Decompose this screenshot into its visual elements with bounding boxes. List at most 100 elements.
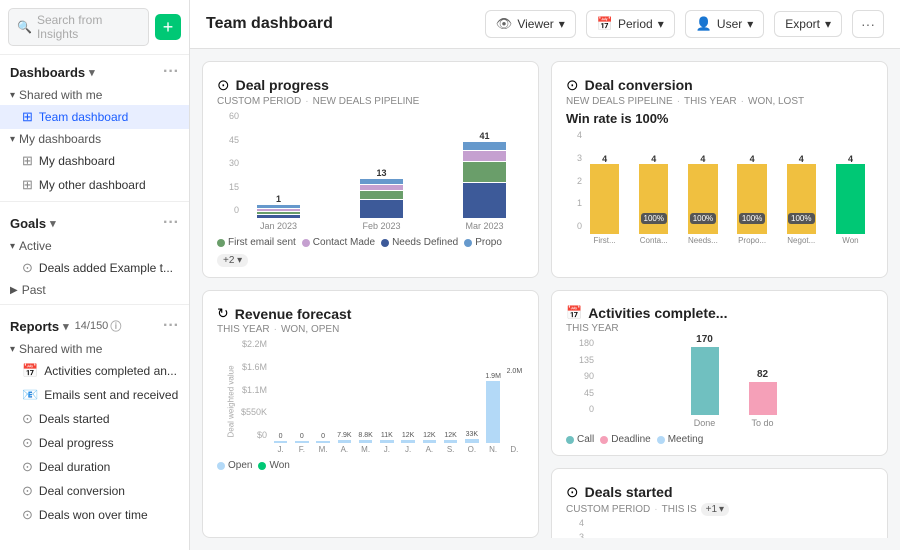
dp-chart-container: 60 45 30 15 0 1 — [217, 111, 524, 231]
active-chevron: ▾ — [10, 241, 15, 252]
dashboards-header[interactable]: Dashboards ▾ ··· — [0, 55, 189, 85]
topbar: Team dashboard 👁 Viewer ▾ 📅 Period ▾ 👤 U… — [190, 0, 900, 49]
sidebar-item-team-dashboard[interactable]: ⊞ Team dashboard — [0, 105, 189, 129]
legend-item-contact: Contact Made — [302, 237, 375, 248]
dp-sub1: CUSTOM PERIOD — [217, 96, 301, 107]
act-y-axis: 180 135 90 45 0 — [566, 338, 594, 428]
search-placeholder: Search from Insights — [37, 13, 140, 41]
ds-bars: 2 J... 1 B... 1 — [584, 518, 873, 538]
reports-chevron: ▾ — [63, 320, 69, 333]
rf-chart-container: Deal weighted value $2.2M $1.6M $1.1M $5… — [217, 339, 524, 454]
dp-y-axis: 60 45 30 15 0 — [217, 111, 239, 231]
rf-bar-j1: 0 J. — [271, 433, 290, 454]
past-chevron: ▶ — [10, 285, 18, 296]
deal-progress-icon: ⊙ — [217, 76, 230, 94]
ds-subtitle: CUSTOM PERIOD · THIS IS +1 ▾ — [566, 503, 873, 516]
act-sub1: THIS YEAR — [566, 323, 619, 334]
dc-bar-first: 4 First... — [582, 154, 627, 245]
viewer-button[interactable]: 👁 Viewer ▾ — [485, 10, 576, 38]
rf-y-axis: $2.2M $1.6M $1.1M $550K $0 — [217, 339, 267, 454]
deals-started-label: Deals started — [39, 412, 110, 426]
dc-bars: 4 First... 4 100% Conta... 4 — [582, 130, 873, 245]
period-chevron: ▾ — [658, 17, 664, 31]
dc-sub1: NEW DEALS PIPELINE — [566, 96, 673, 107]
my-dashboards-chevron: ▾ — [10, 134, 15, 145]
legend-item-first-email: First email sent — [217, 237, 296, 248]
more-button[interactable]: ··· — [852, 10, 884, 38]
sidebar-item-deal-duration[interactable]: ⊙ Deal duration — [0, 455, 189, 479]
dc-y-axis: 4 3 2 1 0 — [566, 130, 582, 245]
reports-badge: 14/150 — [75, 320, 109, 332]
user-icon: 👤 — [696, 16, 712, 32]
export-label: Export — [785, 17, 820, 31]
rf-bar-n: 1.9M N. — [484, 373, 503, 454]
reports-label: Reports — [10, 319, 59, 334]
ds-chart-container: 4 3 2 1 0 2 J... — [566, 518, 873, 538]
ds-pill[interactable]: +1 ▾ — [701, 503, 729, 516]
rf-bar-m1: 0 M. — [314, 433, 333, 454]
ds-header: ⊙ Deals started — [566, 483, 873, 501]
goals-header[interactable]: Goals ▾ ··· — [0, 206, 189, 236]
sidebar-item-deals-added[interactable]: ⊙ Deals added Example t... — [0, 256, 189, 280]
dc-sub3: WON, LOST — [748, 96, 804, 107]
reports-section: Reports ▾ 14/150 ⓘ ··· ▾ Shared with me … — [0, 309, 189, 527]
reports-header[interactable]: Reports ▾ 14/150 ⓘ ··· — [0, 309, 189, 339]
deal-conversion-icon: ⊙ — [22, 483, 33, 499]
export-chevron: ▾ — [825, 17, 831, 31]
ds-icon: ⊙ — [566, 483, 579, 501]
deal-progress-subtitle: CUSTOM PERIOD · NEW DEALS PIPELINE — [217, 96, 524, 107]
other-dashboard-icon: ⊞ — [22, 177, 33, 193]
sidebar-item-deal-progress[interactable]: ⊙ Deal progress — [0, 431, 189, 455]
export-button[interactable]: Export ▾ — [774, 11, 842, 37]
emails-label: Emails sent and received — [44, 388, 178, 402]
dashboards-more[interactable]: ··· — [163, 63, 179, 81]
dc-chart-container: 4 3 2 1 0 4 First... 4 — [566, 130, 873, 245]
rf-subtitle: THIS YEAR · WON, OPEN — [217, 324, 524, 335]
period-button[interactable]: 📅 Period ▾ — [586, 10, 675, 38]
add-button[interactable]: + — [155, 14, 181, 40]
deal-progress-header: ⊙ Deal progress — [217, 76, 524, 94]
past-group[interactable]: ▶ Past — [0, 280, 189, 300]
legend-deadline: Deadline — [600, 434, 650, 445]
act-bar-todo: 82 To do — [749, 369, 777, 428]
sidebar-item-other-dashboard[interactable]: ⊞ My other dashboard — [0, 173, 189, 197]
rf-y-axis-title: Deal weighted value — [227, 365, 236, 437]
main-content: Team dashboard 👁 Viewer ▾ 📅 Period ▾ 👤 U… — [190, 0, 900, 550]
team-dashboard-label: Team dashboard — [39, 110, 128, 124]
sidebar-item-emails[interactable]: 📧 Emails sent and received — [0, 383, 189, 407]
my-dashboards-group[interactable]: ▾ My dashboards — [0, 129, 189, 149]
reports-shared-group[interactable]: ▾ Shared with me — [0, 339, 189, 359]
deal-progress-title: Deal progress — [236, 77, 329, 93]
dp-bars: 1 Jan 2023 13 — [239, 111, 524, 231]
dashboard-icon: ⊞ — [22, 109, 33, 125]
sidebar-item-deal-conversion[interactable]: ⊙ Deal conversion — [0, 479, 189, 503]
sidebar-item-my-dashboard[interactable]: ⊞ My dashboard — [0, 149, 189, 173]
legend-more[interactable]: +2 ▾ — [217, 254, 248, 267]
sidebar-item-activities[interactable]: 📅 Activities completed an... — [0, 359, 189, 383]
goals-label: Goals — [10, 216, 46, 231]
dp-legend: First email sent Contact Made Needs Defi… — [217, 237, 524, 267]
my-dashboard-label: My dashboard — [39, 154, 115, 168]
sidebar-item-deals-won[interactable]: ⊙ Deals won over time — [0, 503, 189, 527]
active-group[interactable]: ▾ Active — [0, 236, 189, 256]
legend-open: Open — [217, 460, 252, 471]
activities-widget: 📅 Activities complete... THIS YEAR 180 1… — [551, 290, 888, 456]
rf-bar-a1: 7.9K A. — [335, 432, 354, 454]
deals-added-label: Deals added Example t... — [39, 261, 173, 275]
rf-bar-s: 12K S. — [441, 432, 460, 454]
search-input[interactable]: 🔍 Search from Insights — [8, 8, 149, 46]
rf-bar-d: 2.0M D. — [505, 368, 524, 454]
deal-conversion-label: Deal conversion — [39, 484, 125, 498]
goals-more[interactable]: ··· — [163, 214, 179, 232]
shared-with-me-group[interactable]: ▾ Shared with me — [0, 85, 189, 105]
sidebar-item-deals-started[interactable]: ⊙ Deals started — [0, 407, 189, 431]
dp-sub2: NEW DEALS PIPELINE — [313, 96, 420, 107]
deal-progress-label: Deal progress — [39, 436, 114, 450]
past-label: Past — [22, 283, 46, 297]
dc-bar-needs: 4 100% Needs... — [680, 154, 725, 245]
reports-info-icon[interactable]: ⓘ — [110, 318, 121, 334]
user-button[interactable]: 👤 User ▾ — [685, 10, 765, 38]
user-label: User — [717, 17, 742, 31]
reports-more[interactable]: ··· — [163, 317, 179, 335]
page-title: Team dashboard — [206, 15, 475, 33]
